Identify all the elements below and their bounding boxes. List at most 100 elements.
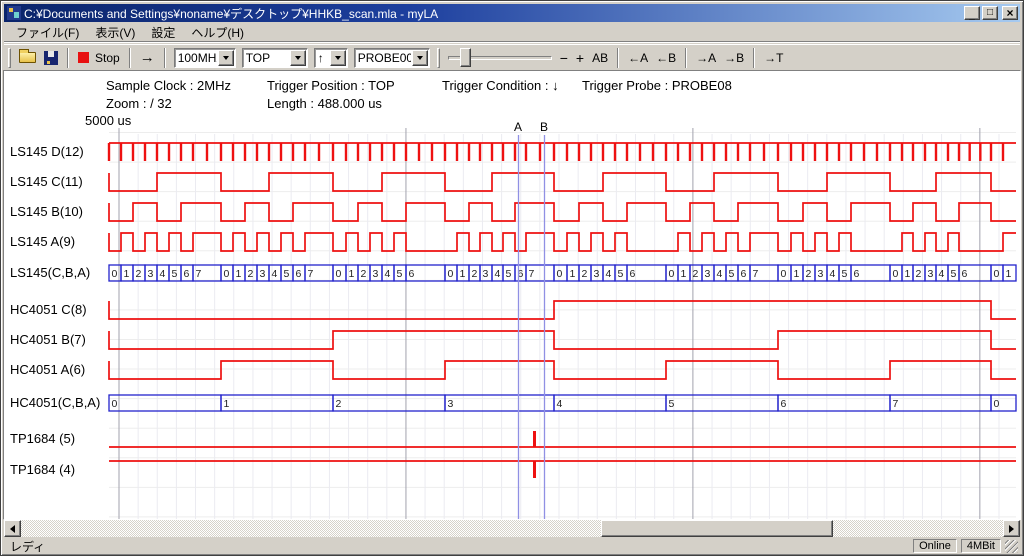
zoom-slider[interactable]	[448, 47, 552, 69]
channel-label: LS145 A(9)	[10, 234, 75, 249]
toolbar-grip[interactable]	[437, 48, 440, 68]
trigger-edge-combo[interactable]: ↑	[314, 48, 348, 68]
combo-dropdown-button[interactable]	[412, 50, 428, 66]
bus-value: 1	[224, 398, 230, 410]
chevron-down-icon	[417, 56, 423, 60]
open-file-button[interactable]	[15, 47, 40, 69]
bus-value: 5	[842, 268, 848, 280]
bus-value: 3	[594, 268, 600, 280]
bus-value: 6	[781, 398, 787, 410]
bus-value: 2	[336, 398, 342, 410]
bus-value: 3	[818, 268, 824, 280]
ab-range-button[interactable]: AB	[588, 47, 612, 69]
bus-value: 5	[618, 268, 624, 280]
toolbar-grip[interactable]	[8, 48, 11, 68]
toolbar-separator	[685, 48, 687, 68]
maximize-button[interactable]: □	[982, 6, 998, 20]
trigger-condition-info: Trigger Condition : ↓	[442, 78, 559, 93]
close-icon: ×	[1006, 8, 1013, 18]
toolbar-separator	[164, 48, 166, 68]
title-bar[interactable]: C:¥Documents and Settings¥noname¥デスクトップ¥…	[4, 4, 1020, 22]
open-folder-icon	[19, 52, 36, 63]
save-file-button[interactable]	[40, 47, 62, 69]
bus-value: 1	[681, 268, 687, 280]
bus-value: 4	[606, 268, 612, 280]
bus-value: 7	[529, 268, 535, 280]
bus-value: 4	[939, 268, 945, 280]
run-arrow-icon: →	[140, 49, 155, 66]
channel-label: TP1684 (5)	[10, 431, 75, 446]
toolbar-separator	[617, 48, 619, 68]
bus-value: 0	[994, 268, 1000, 280]
bus-value: 3	[705, 268, 711, 280]
chevron-down-icon	[223, 56, 229, 60]
app-window: C:¥Documents and Settings¥noname¥デスクトップ¥…	[0, 0, 1024, 556]
menu-view[interactable]: 表示(V)	[87, 22, 143, 43]
channel-label: LS145(C,B,A)	[10, 265, 90, 280]
bus-value: 3	[483, 268, 489, 280]
bus-value: 2	[582, 268, 588, 280]
trigger-position-combo[interactable]: TOP	[242, 48, 308, 68]
bus-value: 4	[717, 268, 723, 280]
scrollbar-thumb[interactable]	[601, 520, 833, 537]
bus-value: 5	[729, 268, 735, 280]
combo-dropdown-button[interactable]	[218, 50, 234, 66]
bus-value: 6	[962, 268, 968, 280]
stop-label: Stop	[95, 51, 120, 65]
bus-value: 1	[460, 268, 466, 280]
run-button[interactable]: →	[136, 47, 159, 69]
bus-value: 6	[630, 268, 636, 280]
horizontal-scrollbar[interactable]	[4, 520, 1020, 537]
bus-value: 6	[854, 268, 860, 280]
sample-clock-combo[interactable]: 100MHz	[174, 48, 236, 68]
bus-value: 2	[916, 268, 922, 280]
minimize-button[interactable]: _	[964, 6, 980, 20]
bus-value: 3	[928, 268, 934, 280]
menu-help[interactable]: ヘルプ(H)	[183, 22, 252, 43]
bus-value: 5	[669, 398, 675, 410]
bus-value: 2	[693, 268, 699, 280]
channel-label: HC4051 B(7)	[10, 332, 86, 347]
menu-file[interactable]: ファイル(F)	[8, 22, 87, 43]
zoom-in-button[interactable]: +	[572, 47, 588, 69]
bus-value: 4	[385, 268, 391, 280]
menu-settings[interactable]: 設定	[143, 22, 183, 43]
trigger-probe-combo[interactable]: PROBE00	[354, 48, 430, 68]
move-a-here-button[interactable]: ←A	[624, 47, 652, 69]
cursors	[519, 135, 545, 519]
slider-handle[interactable]	[460, 48, 471, 67]
status-message: レディ	[6, 538, 909, 555]
goto-cursor-b-button[interactable]: →B	[720, 47, 748, 69]
resize-grip[interactable]	[1005, 540, 1018, 553]
cursor-a-label[interactable]: A	[514, 120, 522, 134]
bus-value: 6	[409, 268, 415, 280]
bus-value: 1	[570, 268, 576, 280]
stop-button[interactable]: Stop	[74, 47, 124, 69]
sample-clock-info: Sample Clock : 2MHz	[106, 78, 231, 93]
bus-value: 4	[495, 268, 501, 280]
combo-dropdown-button[interactable]	[290, 50, 306, 66]
cursor-b-label[interactable]: B	[540, 120, 548, 134]
goto-trigger-button[interactable]: →T	[760, 47, 787, 69]
minimize-icon: _	[969, 11, 975, 21]
waveform-traces: 0123456701234567012345601234567012345601…	[109, 143, 1016, 478]
close-button[interactable]: ×	[1002, 6, 1018, 20]
bus-value: 2	[472, 268, 478, 280]
stop-icon	[78, 52, 89, 63]
bus-value: 5	[506, 268, 512, 280]
window-title: C:¥Documents and Settings¥noname¥デスクトップ¥…	[24, 5, 960, 22]
goto-cursor-a-button[interactable]: →A	[692, 47, 720, 69]
status-bar: レディ Online 4MBit	[4, 538, 1020, 554]
zoom-out-button[interactable]: −	[556, 47, 572, 69]
bus-value: 7	[196, 268, 202, 280]
scroll-right-button[interactable]	[1003, 520, 1020, 537]
move-b-here-button[interactable]: ←B	[652, 47, 680, 69]
trigger-probe-value: PROBE00	[355, 51, 411, 65]
bus-value: 4	[830, 268, 836, 280]
bus-value: 3	[148, 268, 154, 280]
scroll-left-button[interactable]	[4, 520, 21, 537]
bus-value: 4	[557, 398, 563, 410]
channel-label: LS145 D(12)	[10, 144, 84, 159]
combo-dropdown-button[interactable]	[330, 50, 346, 66]
bus-value: 0	[893, 268, 899, 280]
